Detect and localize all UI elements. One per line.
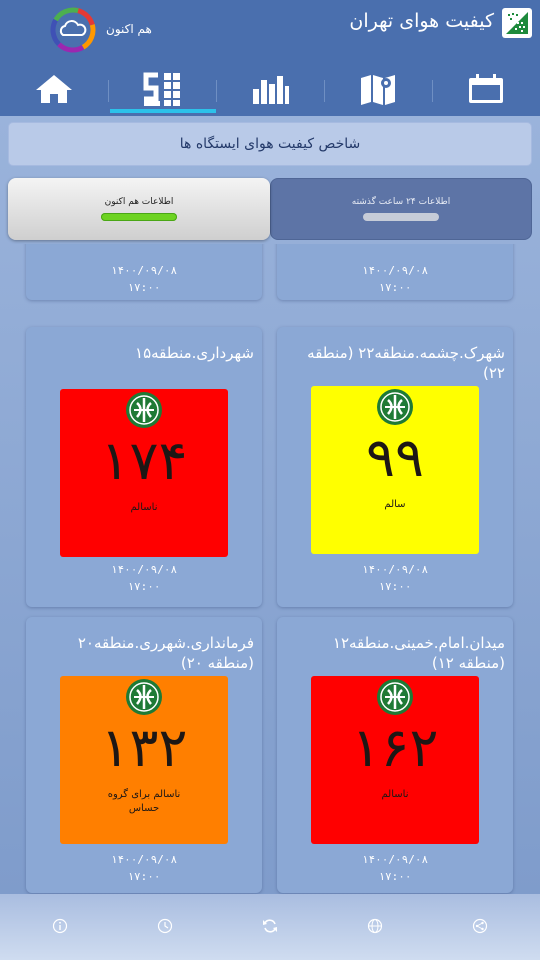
toggle-past-button[interactable]: اطلاعات ۲۴ ساعت گذشته	[270, 178, 532, 240]
card-date: ۱۴۰۰/۰۹/۰۸	[110, 264, 178, 277]
card-date: ۱۴۰۰/۰۹/۰۸	[361, 853, 429, 866]
toggle-now-indicator	[101, 213, 177, 221]
station-name: شهرک.چشمه.منطقه۲۲ (منطقه ۲۲)	[307, 344, 505, 382]
station-grid: ۱۴۰۰/۰۹/۰۸ ۱۷:۰۰ ۱۴۰۰/۰۹/۰۸ ۱۷:۰۰ شهردار…	[0, 244, 540, 894]
stations-page: شاخص کیفیت هوای ایستگاه ها اطلاعات هم اک…	[0, 116, 540, 894]
clock-icon[interactable]	[157, 918, 173, 934]
app-header: کیفیت هوای تهران هم اکنون	[0, 0, 540, 116]
now-label: هم اکنون	[106, 22, 152, 36]
share-icon[interactable]	[472, 918, 488, 934]
tab-calendar[interactable]	[432, 64, 540, 114]
station-card[interactable]: فرمانداری.شهرری.منطقه۲۰ (منطقه ۲۰) ۱۳۲ ن…	[26, 617, 262, 893]
refresh-icon[interactable]	[262, 918, 278, 934]
station-name: فرمانداری.شهرری.منطقه۲۰ (منطقه ۲۰)	[77, 634, 254, 672]
tehran-emblem-icon	[377, 679, 413, 715]
weather-cloud-icon[interactable]	[50, 7, 96, 53]
card-date: ۱۴۰۰/۰۹/۰۸	[110, 563, 178, 576]
globe-icon[interactable]	[367, 918, 383, 934]
toggle-now-label: اطلاعات هم اکنون	[104, 197, 174, 207]
calendar-icon	[469, 74, 503, 103]
aqi-value: ۹۹	[365, 426, 424, 489]
tehran-emblem-icon	[126, 392, 162, 428]
tab-chart[interactable]	[216, 64, 324, 114]
tehran-emblem-icon	[377, 389, 413, 425]
card-date: ۱۴۰۰/۰۹/۰۸	[361, 264, 429, 277]
toggle-now-button[interactable]: اطلاعات هم اکنون	[8, 178, 270, 240]
info-icon[interactable]	[52, 918, 68, 934]
aqi-value: ۱۳۲	[100, 716, 188, 779]
aqi-status: ناسالم	[130, 502, 158, 513]
active-tab-indicator	[110, 109, 216, 113]
aqi-box: ۹۹ سالم	[311, 386, 479, 554]
station-name: شهرداری.منطقه۱۵	[135, 344, 254, 362]
toggle-past-label: اطلاعات ۲۴ ساعت گذشته	[351, 197, 451, 207]
app-title: کیفیت هوای تهران	[349, 10, 494, 32]
station-name: میدان.امام.خمینی.منطقه۱۲ (منطقه ۱۲)	[332, 634, 505, 672]
aqi-status: سالم	[384, 499, 406, 510]
card-time: ۱۷:۰۰	[127, 281, 161, 294]
aqi-status: ناسالم برای گروه حساس	[107, 789, 181, 814]
section-title: شاخص کیفیت هوای ایستگاه ها	[179, 136, 361, 152]
toggle-past-indicator	[363, 213, 439, 221]
tab-home[interactable]	[0, 64, 108, 114]
tab-map[interactable]	[324, 64, 432, 114]
card-time: ۱۷:۰۰	[127, 870, 161, 883]
data-period-toggle: اطلاعات هم اکنون اطلاعات ۲۴ ساعت گذشته	[8, 178, 532, 240]
aqi-box: ۱۶۲ ناسالم	[311, 676, 479, 844]
section-header: شاخص کیفیت هوای ایستگاه ها	[8, 122, 532, 166]
aqi-box: ۱۳۲ ناسالم برای گروه حساس	[60, 676, 228, 844]
aqi-status: ناسالم	[381, 789, 409, 800]
card-time: ۱۷:۰۰	[127, 580, 161, 593]
aqi-value: ۱۶۲	[351, 716, 439, 779]
card-time: ۱۷:۰۰	[378, 281, 412, 294]
home-icon	[36, 75, 72, 103]
station-card[interactable]: شهرداری.منطقه۱۵ ۱۷۴ ناسالم ۱۴۰۰/۰۹/۰۸ ۱۷…	[26, 327, 262, 607]
tab-stations[interactable]	[108, 64, 216, 114]
map-icon	[361, 75, 395, 105]
app-logo-icon	[502, 8, 532, 38]
station-card[interactable]: میدان.امام.خمینی.منطقه۱۲ (منطقه ۱۲) ۱۶۲ …	[277, 617, 513, 893]
bottom-toolbar	[0, 894, 540, 960]
chart-icon	[253, 76, 289, 104]
aqi-value: ۱۷۴	[100, 429, 188, 492]
tehran-emblem-icon	[126, 679, 162, 715]
stations-icon	[143, 72, 180, 106]
card-date: ۱۴۰۰/۰۹/۰۸	[110, 853, 178, 866]
main-nav	[0, 64, 540, 114]
station-card[interactable]: ۱۴۰۰/۰۹/۰۸ ۱۷:۰۰	[26, 244, 262, 300]
station-card[interactable]: ۱۴۰۰/۰۹/۰۸ ۱۷:۰۰	[277, 244, 513, 300]
card-time: ۱۷:۰۰	[378, 870, 412, 883]
station-card[interactable]: شهرک.چشمه.منطقه۲۲ (منطقه ۲۲) ۹۹ سالم ۱۴۰…	[277, 327, 513, 607]
aqi-box: ۱۷۴ ناسالم	[60, 389, 228, 557]
card-time: ۱۷:۰۰	[378, 580, 412, 593]
card-date: ۱۴۰۰/۰۹/۰۸	[361, 563, 429, 576]
